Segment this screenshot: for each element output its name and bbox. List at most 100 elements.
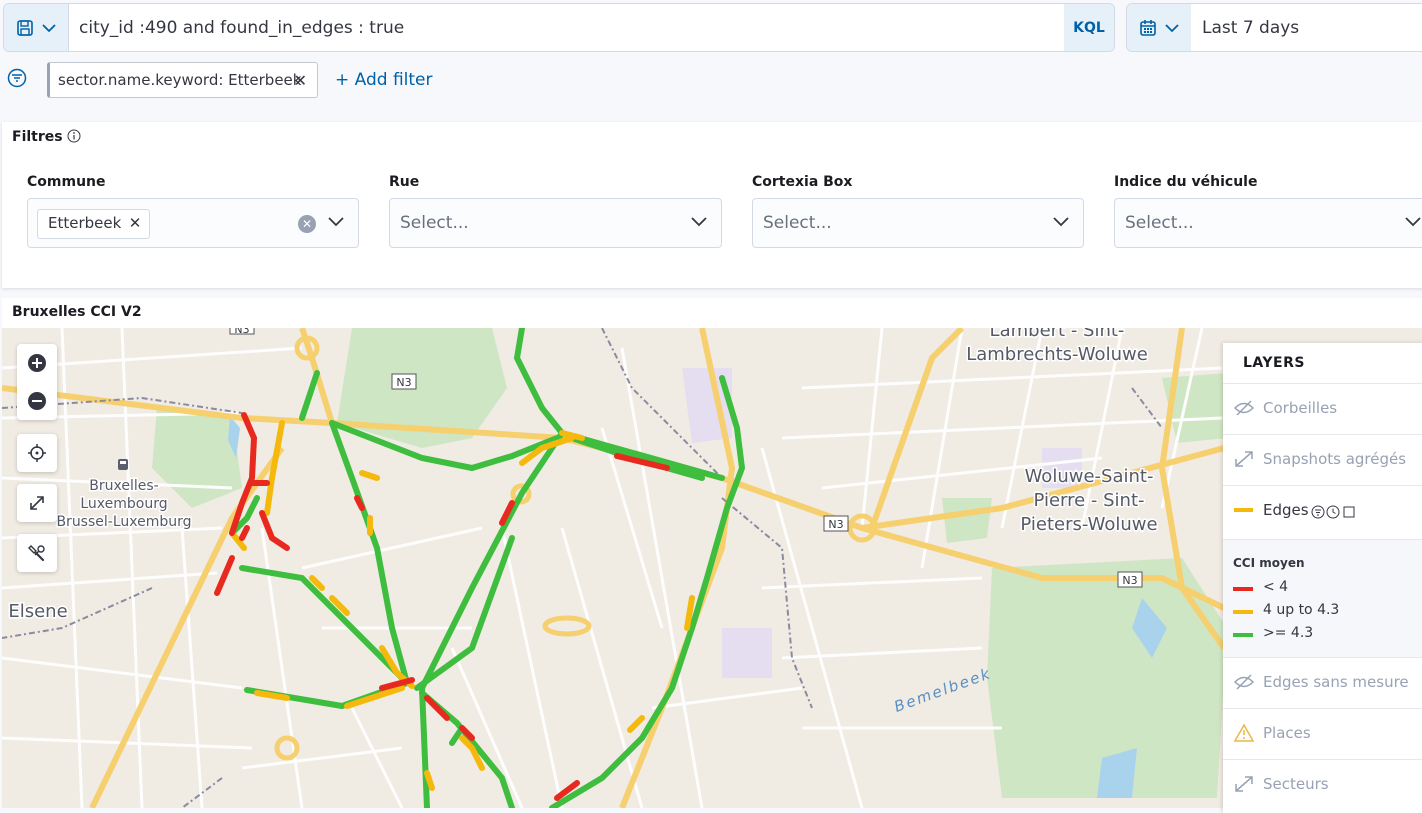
map-svg[interactable]: N3 N3 N3 N3 Lambert - Sint- Lambrechts-W… [2,328,1422,808]
set-view-button[interactable] [17,434,57,472]
filter-menu-icon[interactable] [7,68,27,92]
zoom-in-button[interactable] [17,344,57,382]
saved-query-button[interactable] [4,4,69,51]
chevron-down-icon[interactable] [1405,215,1421,227]
filter-controls-panel: Filtres Commune Etterbeek ✕ ✕ Rue Select… [2,122,1422,288]
place-label: Pieters-Woluwe [1020,514,1157,535]
map-canvas[interactable]: N3 N3 N3 N3 Lambert - Sint- Lambrechts-W… [2,328,1422,808]
place-label: Elsene [8,601,67,622]
panel-title: Filtres [12,129,81,145]
layers-title: LAYERS [1243,355,1305,371]
layer-item-corbeilles[interactable]: Corbeilles [1223,383,1422,434]
crosshair-icon [28,444,46,462]
chevron-down-icon[interactable] [691,215,707,227]
waterway-label: Bemelbeek [892,664,994,716]
indice-vehicule-select[interactable]: Select... [1114,198,1422,248]
layer-item-places[interactable]: Places [1223,708,1422,759]
date-range-label[interactable]: Last 7 days [1202,18,1299,38]
layer-item-snapshots-agreges[interactable]: Snapshots agrégés [1223,434,1422,485]
date-picker[interactable]: Last 7 days [1126,3,1422,52]
kql-toggle-button[interactable]: KQL [1064,4,1114,51]
place-label: Lambrechts-Woluwe [966,344,1148,365]
road-shield-n3: N3 [828,518,843,531]
rue-select[interactable]: Select... [389,198,722,248]
layer-item-secteurs[interactable]: Secteurs [1223,759,1422,810]
train-station-icon [118,459,128,470]
legend-label: < 4 [1263,579,1289,595]
eye-closed-icon[interactable] [1233,672,1255,692]
layer-label: Snapshots agrégés [1263,450,1407,468]
road-shield-n3: N3 [396,376,411,389]
chevron-down-icon[interactable] [328,215,344,227]
clear-icon[interactable]: ✕ [298,215,316,233]
road-shield-n3: N3 [234,328,249,336]
expand-icon [30,496,44,510]
layer-item-edges-sans-mesure[interactable]: Edges sans mesure [1223,657,1422,708]
minus-icon [28,392,46,410]
fullscreen-button[interactable] [17,484,57,522]
place-label: Lambert - Sint- [990,328,1125,341]
warning-icon[interactable] [1233,723,1255,743]
place-label: Bruxelles- [89,478,158,494]
indice-vehicule-label: Indice du véhicule [1114,174,1258,190]
layer-item-edges[interactable]: Edges [1223,485,1422,540]
legend-title: CCI moyen [1233,556,1305,570]
selected-chip: Etterbeek ✕ [37,209,151,239]
legend-swatch-red [1233,587,1253,591]
expand-icon[interactable] [1233,449,1255,469]
rue-label: Rue [389,174,420,190]
cci-legend: CCI moyen < 4 4 up to 4.3 >= 4.3 [1223,539,1422,658]
cortexia-box-label: Cortexia Box [752,174,853,190]
expand-icon[interactable] [1233,774,1255,794]
layer-label: Edges sans mesure [1263,673,1409,691]
plus-icon [28,354,46,372]
chevron-down-icon[interactable] [1053,215,1069,227]
legend-label: >= 4.3 [1263,625,1314,641]
layer-label: Places [1263,724,1311,742]
zoom-out-button[interactable] [17,382,57,420]
tools-button[interactable] [17,534,57,572]
layer-label: Corbeilles [1263,399,1338,417]
place-label: Luxembourg [80,496,167,512]
line-swatch-icon [1234,508,1253,512]
remove-chip-icon[interactable]: ✕ [129,210,142,237]
rue-placeholder: Select... [400,213,469,233]
layer-label: Secteurs [1263,775,1329,793]
chevron-down-icon [1165,23,1179,32]
place-label: Woluwe-Saint- [1025,466,1154,487]
save-icon [17,19,33,36]
commune-select[interactable]: Etterbeek ✕ ✕ [27,198,359,248]
cortexia-placeholder: Select... [763,213,832,233]
remove-filter-icon[interactable]: ✕ [294,71,307,90]
commune-label: Commune [27,174,106,190]
chip-label: Etterbeek [48,214,122,232]
chevron-down-icon [42,23,56,32]
add-filter-button[interactable]: + Add filter [335,70,433,90]
calendar-icon [1140,19,1156,36]
query-bar[interactable]: city_id :490 and found_in_edges : true K… [3,3,1115,52]
date-quick-menu-button[interactable] [1127,4,1191,51]
filter-pill[interactable]: sector.name.keyword: Etterbeek ✕ [47,62,318,98]
layer-label: Edges [1263,501,1309,519]
layers-panel: LAYERS Corbeilles Snapshots agrégés Edge… [1223,343,1422,813]
place-label: Brussel-Luxemburg [56,514,191,530]
map-panel: Bruxelles CCI V2 N3 N3 N3 N3 Lambert - S… [2,298,1422,808]
road-shield-n3: N3 [1122,574,1137,587]
map-panel-title: Bruxelles CCI V2 [12,304,142,320]
info-icon[interactable] [67,129,81,143]
filter-icon [1311,505,1325,519]
legend-label: 4 up to 4.3 [1263,602,1340,618]
filter-pill-label: sector.name.keyword: Etterbeek [58,71,302,89]
square-icon [1343,506,1355,518]
eye-closed-icon[interactable] [1233,398,1255,418]
cortexia-box-select[interactable]: Select... [752,198,1084,248]
clock-icon [1326,505,1340,519]
legend-swatch-green [1233,633,1253,637]
place-label: Pierre - Sint- [1033,490,1144,511]
wrench-icon [28,545,45,562]
zoom-controls [17,344,57,420]
indice-placeholder: Select... [1125,213,1194,233]
panel-title-text: Filtres [12,129,63,145]
legend-swatch-yellow [1233,610,1253,614]
query-input[interactable]: city_id :490 and found_in_edges : true [79,18,404,38]
